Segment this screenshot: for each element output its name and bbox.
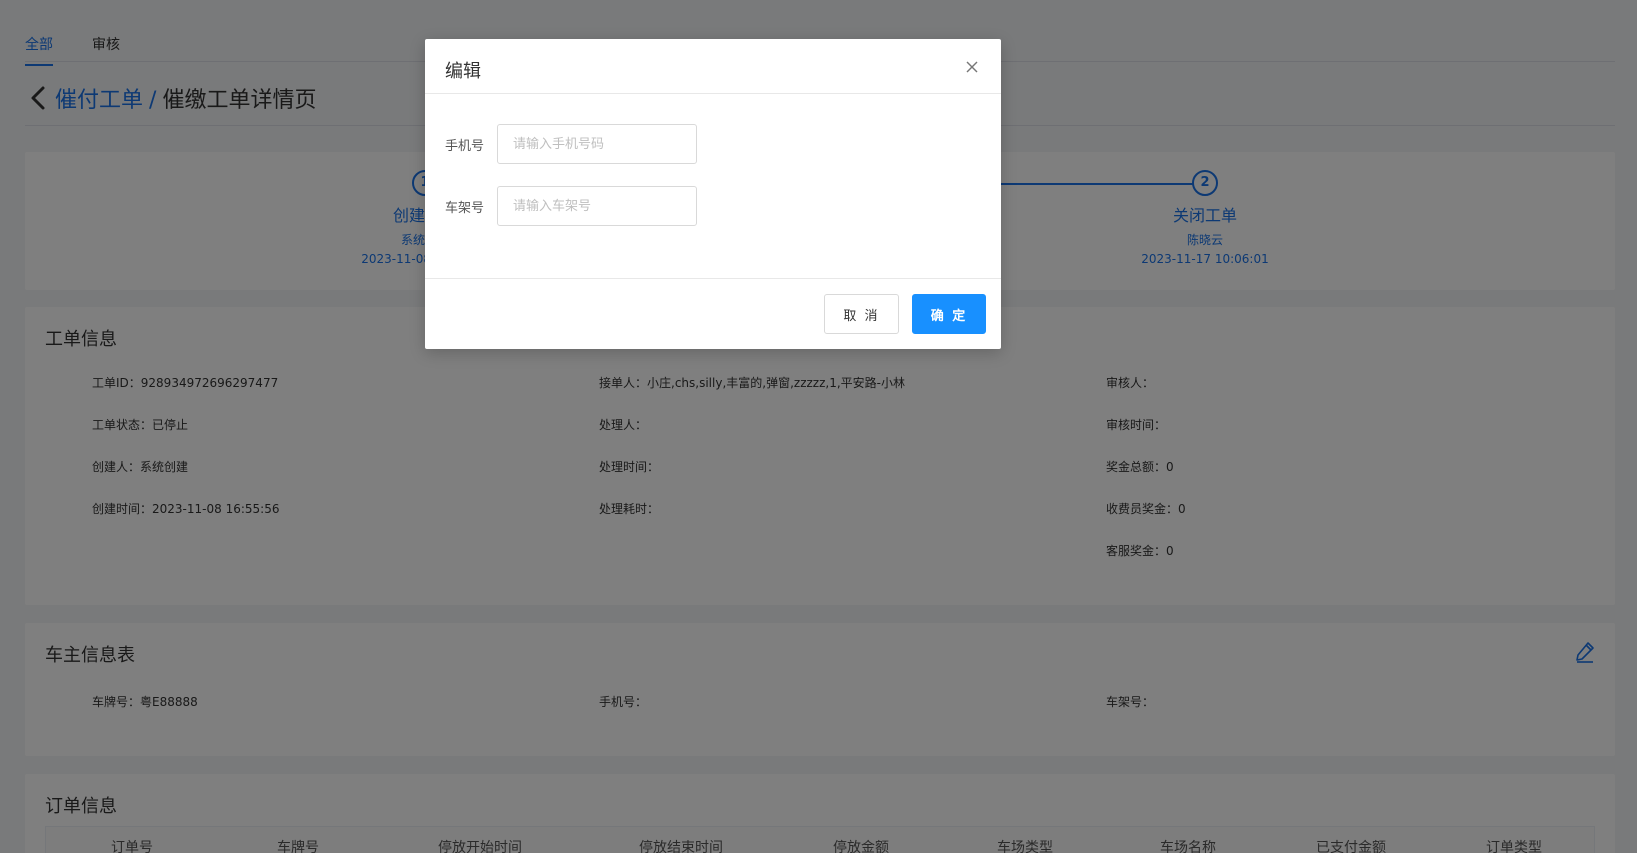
phone-input[interactable] xyxy=(497,124,697,164)
cancel-button[interactable]: 取 消 xyxy=(824,294,899,334)
vin-label: 车架号 xyxy=(445,200,485,216)
close-icon[interactable] xyxy=(965,59,979,73)
modal-title: 编辑 xyxy=(445,61,481,82)
edit-modal: 编辑 手机号 车架号 取 消 确 定 xyxy=(425,39,1001,349)
form-row-vin: 车架号 xyxy=(445,186,697,226)
modal-header: 编辑 xyxy=(425,39,1001,94)
phone-label: 手机号 xyxy=(445,138,485,154)
confirm-button[interactable]: 确 定 xyxy=(912,294,986,334)
form-row-phone: 手机号 xyxy=(445,124,697,164)
modal-footer: 取 消 确 定 xyxy=(425,278,1001,349)
vin-input[interactable] xyxy=(497,186,697,226)
